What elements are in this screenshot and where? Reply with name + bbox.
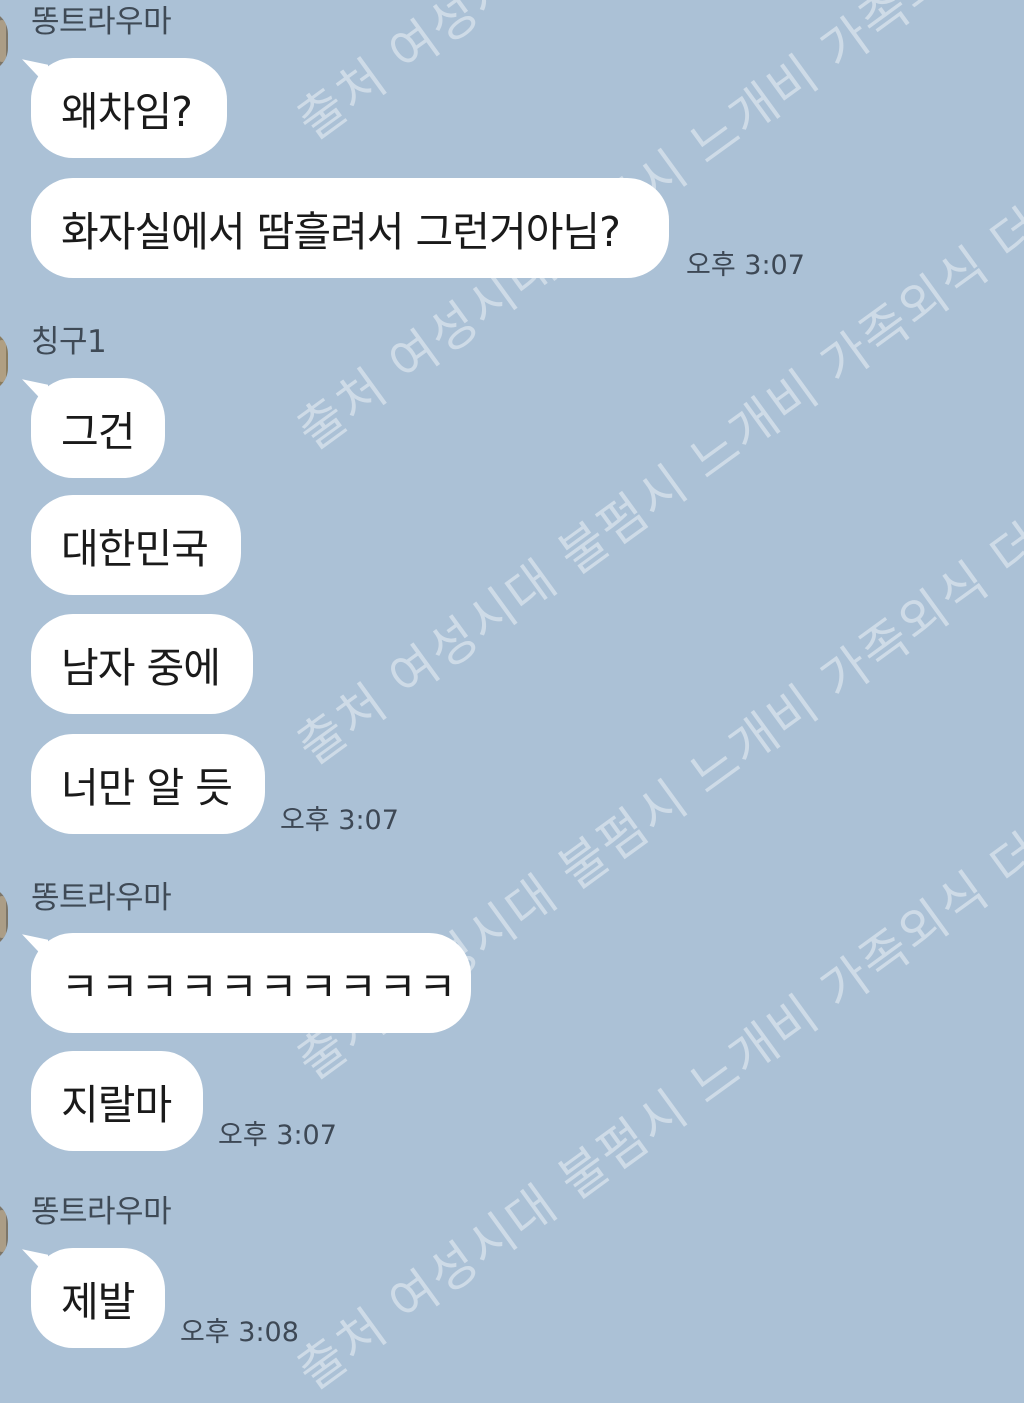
message-bubble[interactable]: ㅋㅋㅋㅋㅋㅋㅋㅋㅋㅋ bbox=[31, 933, 471, 1033]
message-bubble[interactable]: 제발 bbox=[31, 1248, 165, 1348]
sender-avatar[interactable] bbox=[0, 1200, 8, 1262]
chat-area: 출처 여성시대 불펌시 느개비 가족외식 더치페이 출처 여성시대 불펌시 느개… bbox=[0, 0, 1024, 1401]
message-time: 오후 3:08 bbox=[180, 1317, 299, 1348]
message-bubble[interactable]: 왜차임? bbox=[31, 58, 227, 158]
sender-name: 똥트라우마 bbox=[31, 1194, 172, 1230]
sender-name: 똥트라우마 bbox=[31, 880, 172, 916]
message-bubble[interactable]: 지랄마 bbox=[31, 1051, 203, 1151]
watermark-text: 출처 여성시대 불펌시 느개비 가족외식 더치페이 bbox=[280, 0, 1024, 153]
message-bubble[interactable]: 대한민국 bbox=[31, 495, 241, 595]
message-time: 오후 3:07 bbox=[686, 250, 805, 281]
message-bubble[interactable]: 그건 bbox=[31, 378, 165, 478]
message-bubble[interactable]: 화자실에서 땀흘려서 그런거아님? bbox=[31, 178, 669, 278]
sender-avatar[interactable] bbox=[0, 886, 8, 948]
sender-avatar[interactable] bbox=[0, 330, 8, 392]
message-time: 오후 3:07 bbox=[218, 1120, 337, 1151]
message-bubble[interactable]: 남자 중에 bbox=[31, 614, 253, 714]
sender-avatar[interactable] bbox=[0, 10, 8, 72]
sender-name: 칭구1 bbox=[31, 324, 107, 360]
sender-name: 똥트라우마 bbox=[31, 4, 172, 40]
message-time: 오후 3:07 bbox=[280, 805, 399, 836]
message-bubble[interactable]: 너만 알 듯 bbox=[31, 734, 265, 834]
